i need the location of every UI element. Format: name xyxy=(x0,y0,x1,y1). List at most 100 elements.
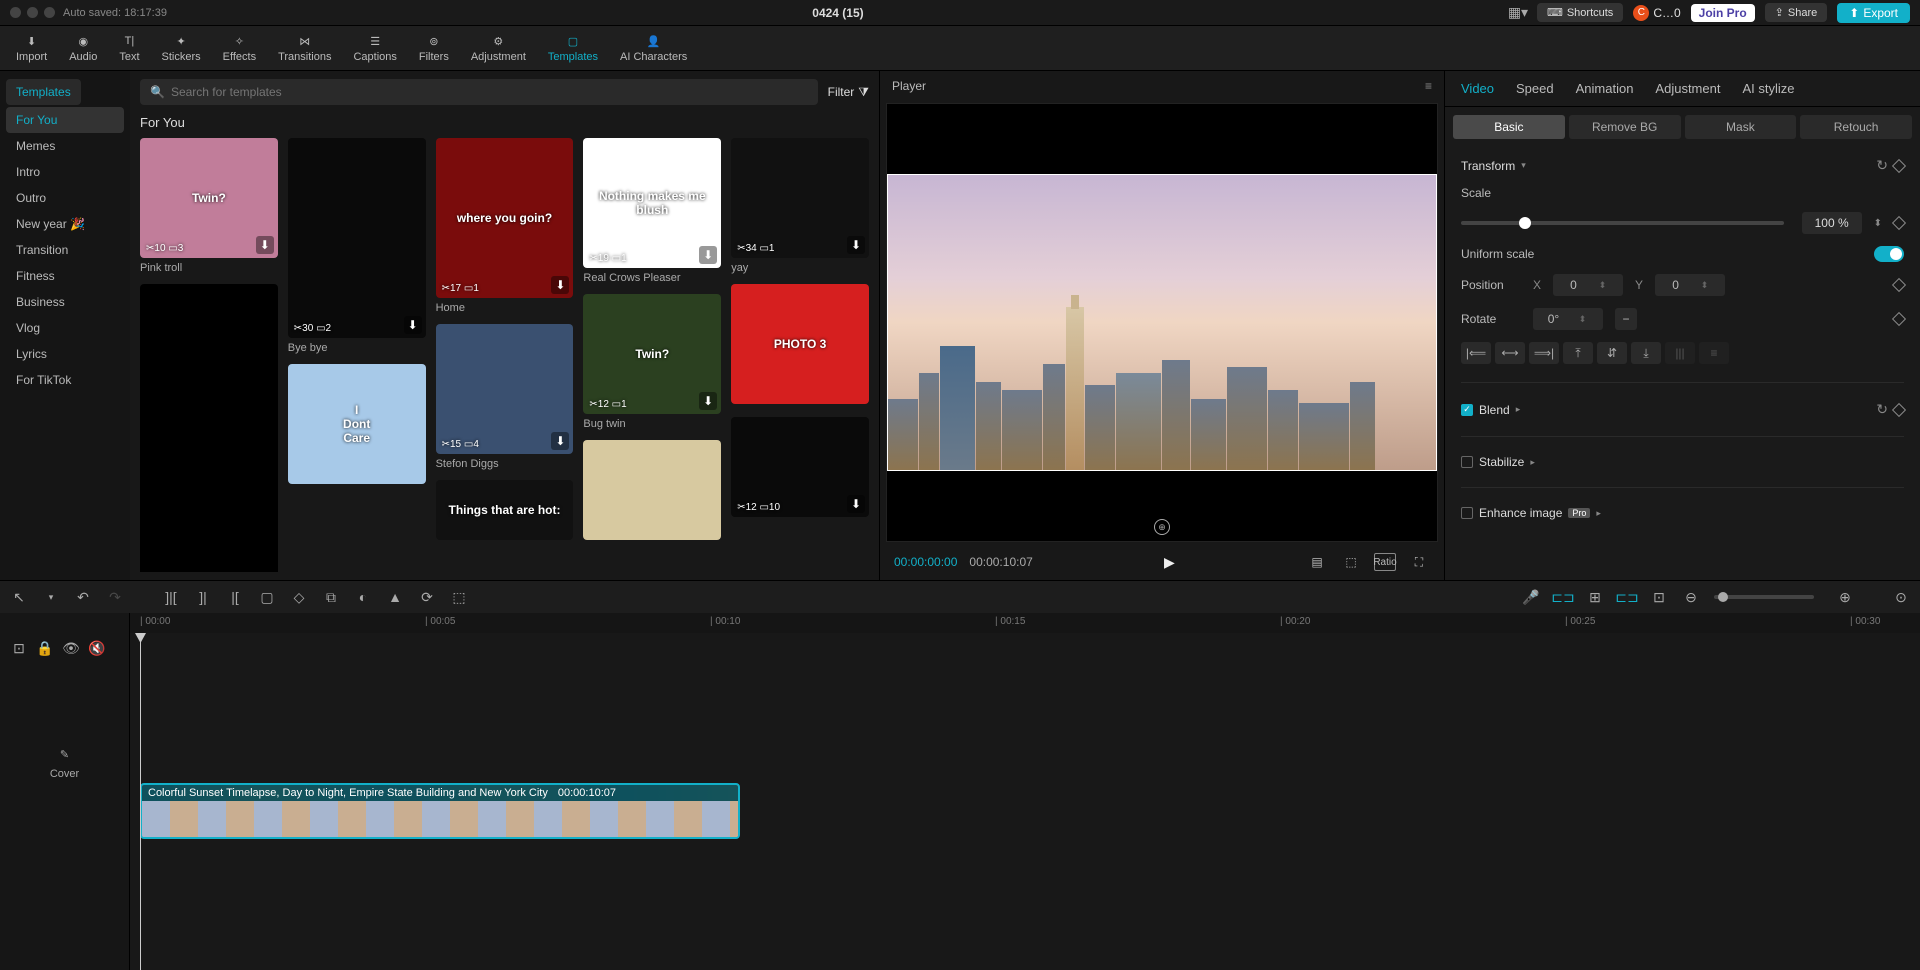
align-vcenter-icon[interactable]: ⇵ xyxy=(1597,342,1627,364)
filter-button[interactable]: Filter ⧩ xyxy=(828,85,869,100)
align-top-icon[interactable]: ⤒ xyxy=(1563,342,1593,364)
blend-reset-icon[interactable]: ↻ xyxy=(1876,401,1888,418)
template-card[interactable]: where you goin?✂17 ▭1⬇Home xyxy=(436,138,574,314)
download-icon[interactable]: ⬇ xyxy=(404,316,422,334)
tool-adjustment[interactable]: ⚙Adjustment xyxy=(461,30,536,66)
chevron-right-icon[interactable]: ▸ xyxy=(1596,508,1601,519)
cat-transition[interactable]: Transition xyxy=(6,237,124,263)
reset-icon[interactable]: ↻ xyxy=(1876,157,1888,174)
download-icon[interactable]: ⬇ xyxy=(551,276,569,294)
subtab-retouch[interactable]: Retouch xyxy=(1800,115,1912,139)
cat-fitness[interactable]: Fitness xyxy=(6,263,124,289)
cover-button[interactable]: ✎ Cover xyxy=(0,748,129,780)
stepper-icon[interactable]: ⬍ xyxy=(1874,218,1882,229)
scale-slider[interactable] xyxy=(1461,221,1784,225)
template-card[interactable]: ✂12 ▭10⬇ xyxy=(731,417,869,517)
templates-pill[interactable]: Templates xyxy=(6,79,81,105)
scale-keyframe-icon[interactable] xyxy=(1892,216,1906,230)
position-y-input[interactable]: 0⬍ xyxy=(1655,274,1725,296)
track-area[interactable]: | 00:00| 00:05| 00:10| 00:15| 00:20| 00:… xyxy=(130,613,1920,970)
download-icon[interactable]: ⬇ xyxy=(847,236,865,254)
track-options-icon[interactable]: ⊡ xyxy=(10,639,28,657)
ratio-button[interactable]: Ratio xyxy=(1374,553,1396,571)
tool-ai-characters[interactable]: 👤AI Characters xyxy=(610,30,697,66)
video-clip[interactable]: Colorful Sunset Timelapse, Day to Night,… xyxy=(140,783,740,839)
subtab-basic[interactable]: Basic xyxy=(1453,115,1565,139)
subtab-remove-bg[interactable]: Remove BG xyxy=(1569,115,1681,139)
tool-transitions[interactable]: ⋈Transitions xyxy=(268,30,341,66)
rotate-icon[interactable]: ⟳ xyxy=(418,588,436,606)
template-card[interactable]: Things that are hot: xyxy=(436,480,574,540)
search-input[interactable] xyxy=(171,85,808,99)
download-icon[interactable]: ⬇ xyxy=(551,432,569,450)
lock-icon[interactable]: 🔒 xyxy=(36,639,54,657)
tool-templates[interactable]: ▢Templates xyxy=(538,30,608,66)
uniform-scale-toggle[interactable] xyxy=(1874,246,1904,262)
cat-business[interactable]: Business xyxy=(6,289,124,315)
scale-value[interactable]: 100 % xyxy=(1802,212,1862,234)
play-button[interactable]: ▶ xyxy=(1045,554,1294,571)
zoom-out-icon[interactable]: ⊖ xyxy=(1682,588,1700,606)
keyframe-icon[interactable] xyxy=(1892,158,1906,172)
chevron-down-icon[interactable]: ▾ xyxy=(1521,160,1526,171)
fit-icon[interactable]: ⊙ xyxy=(1892,588,1910,606)
cat-memes[interactable]: Memes xyxy=(6,133,124,159)
zoom-in-icon[interactable]: ⊕ xyxy=(1836,588,1854,606)
position-keyframe-icon[interactable] xyxy=(1892,278,1906,292)
link-icon[interactable]: ⊞ xyxy=(1586,588,1604,606)
max-dot[interactable] xyxy=(44,7,55,18)
visibility-icon[interactable]: 👁 xyxy=(62,639,80,657)
zoom-slider[interactable] xyxy=(1714,595,1814,599)
cat-vlog[interactable]: Vlog xyxy=(6,315,124,341)
search-box[interactable]: 🔍 xyxy=(140,79,818,105)
layout-icon[interactable]: ▦▾ xyxy=(1509,4,1527,22)
user-chip[interactable]: C C…0 xyxy=(1633,5,1680,21)
player-menu-icon[interactable]: ≡ xyxy=(1425,79,1432,93)
template-card[interactable]: ✂34 ▭1⬇yay xyxy=(731,138,869,274)
tool-filters[interactable]: ⊚Filters xyxy=(409,30,459,66)
shortcuts-button[interactable]: ⌨ Shortcuts xyxy=(1537,3,1623,22)
align-right-icon[interactable]: ⟹| xyxy=(1529,342,1559,364)
align-left-icon[interactable]: |⟸ xyxy=(1461,342,1491,364)
mic-icon[interactable]: 🎤 xyxy=(1522,588,1540,606)
prop-tab-speed[interactable]: Speed xyxy=(1516,81,1554,96)
subtab-mask[interactable]: Mask xyxy=(1685,115,1797,139)
min-dot[interactable] xyxy=(27,7,38,18)
cat-for-you[interactable]: For You xyxy=(6,107,124,133)
tool-import[interactable]: ⬇Import xyxy=(6,30,57,66)
stabilize-checkbox[interactable] xyxy=(1461,456,1473,468)
split-icon[interactable]: ]|[ xyxy=(162,588,180,606)
download-icon[interactable]: ⬇ xyxy=(699,392,717,410)
playhead[interactable] xyxy=(140,633,141,970)
magnet-on-icon[interactable]: ⊏⊐ xyxy=(1554,588,1572,606)
cat-for-tiktok[interactable]: For TikTok xyxy=(6,367,124,393)
center-anchor-icon[interactable]: ⊕ xyxy=(1154,519,1170,535)
rotate-ccw-button[interactable]: − xyxy=(1615,308,1637,330)
prop-tab-adjustment[interactable]: Adjustment xyxy=(1655,81,1720,96)
template-card[interactable] xyxy=(583,440,721,540)
reverse-icon[interactable]: ◐ xyxy=(354,588,372,606)
fullscreen-icon[interactable]: ⛶ xyxy=(1408,553,1430,571)
blend-keyframe-icon[interactable] xyxy=(1892,402,1906,416)
frame-icon[interactable]: ⬚ xyxy=(1340,553,1362,571)
prop-tab-animation[interactable]: Animation xyxy=(1576,81,1634,96)
template-card[interactable] xyxy=(140,284,278,572)
share-button[interactable]: ⇪ Share xyxy=(1765,3,1828,22)
align-hcenter-icon[interactable]: ⟷ xyxy=(1495,342,1525,364)
template-card[interactable]: ✂30 ▭2⬇Bye bye xyxy=(288,138,426,354)
cat-new-year-[interactable]: New year 🎉 xyxy=(6,211,124,237)
pointer-dropdown-icon[interactable]: ▾ xyxy=(42,588,60,606)
snap-icon[interactable]: ⊏⊐ xyxy=(1618,588,1636,606)
join-pro-button[interactable]: Join Pro xyxy=(1691,4,1755,22)
cat-intro[interactable]: Intro xyxy=(6,159,124,185)
tool-captions[interactable]: ☰Captions xyxy=(343,30,406,66)
close-dot[interactable] xyxy=(10,7,21,18)
cat-lyrics[interactable]: Lyrics xyxy=(6,341,124,367)
mute-icon[interactable]: 🔇 xyxy=(88,639,106,657)
trim-left-icon[interactable]: ]| xyxy=(194,588,212,606)
trim-right-icon[interactable]: |[ xyxy=(226,588,244,606)
download-icon[interactable]: ⬇ xyxy=(256,236,274,254)
template-card[interactable]: Twin?✂10 ▭3⬇Pink troll xyxy=(140,138,278,274)
align-bottom-icon[interactable]: ⤓ xyxy=(1631,342,1661,364)
copy-icon[interactable]: ⧉ xyxy=(322,588,340,606)
